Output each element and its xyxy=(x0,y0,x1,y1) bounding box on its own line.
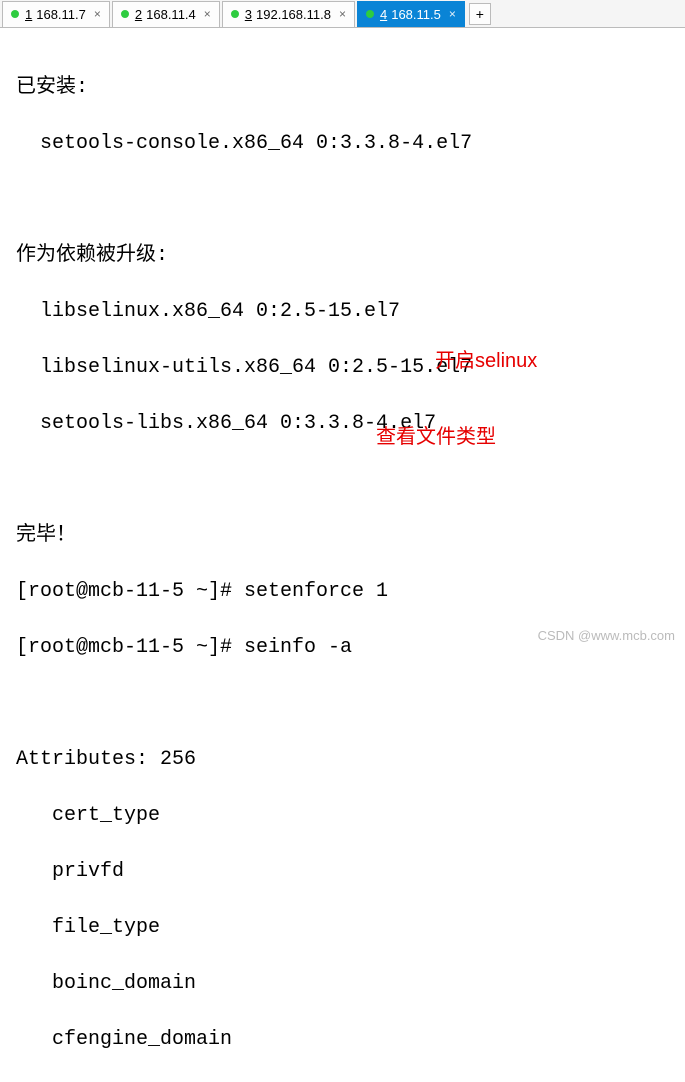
tab-number: 1 xyxy=(25,7,32,22)
prompt-line: [root@mcb-11-5 ~]# setenforce 1 xyxy=(16,578,683,606)
attribute-line: boinc_domain xyxy=(16,970,683,998)
package-line: setools-libs.x86_64 0:3.3.8-4.el7 xyxy=(16,410,683,438)
tab-number: 2 xyxy=(135,7,142,22)
tab-number: 4 xyxy=(380,7,387,22)
plus-icon: + xyxy=(476,6,484,22)
status-dot-icon xyxy=(11,10,19,18)
attribute-line: cert_type xyxy=(16,802,683,830)
annotation-enable-selinux: 开启selinux xyxy=(435,344,537,373)
tab-2[interactable]: 2 168.11.4 × xyxy=(112,1,220,27)
attribute-line: cfengine_domain xyxy=(16,1026,683,1054)
close-icon[interactable]: × xyxy=(449,7,456,21)
package-line: setools-console.x86_64 0:3.3.8-4.el7 xyxy=(16,130,683,158)
annotation-view-filetype: 查看文件类型 xyxy=(376,420,496,449)
watermark: CSDN @www.mcb.com xyxy=(538,628,675,643)
tab-bar: 1 168.11.7 × 2 168.11.4 × 3 192.168.11.8… xyxy=(0,0,685,28)
section-header: 已安装: xyxy=(16,74,683,102)
tab-label: 168.11.7 xyxy=(36,7,86,22)
done-line: 完毕！ xyxy=(16,522,683,550)
close-icon[interactable]: × xyxy=(204,7,211,21)
tab-label: 168.11.5 xyxy=(391,7,441,22)
status-dot-icon xyxy=(366,10,374,18)
section-header: 作为依赖被升级: xyxy=(16,242,683,270)
attributes-header: Attributes: 256 xyxy=(16,746,683,774)
tab-4[interactable]: 4 168.11.5 × xyxy=(357,1,465,27)
close-icon[interactable]: × xyxy=(94,7,101,21)
status-dot-icon xyxy=(121,10,129,18)
new-tab-button[interactable]: + xyxy=(469,3,491,25)
close-icon[interactable]: × xyxy=(339,7,346,21)
tab-1[interactable]: 1 168.11.7 × xyxy=(2,1,110,27)
tab-number: 3 xyxy=(245,7,252,22)
blank-line xyxy=(16,466,683,494)
blank-line xyxy=(16,690,683,718)
package-line: libselinux.x86_64 0:2.5-15.el7 xyxy=(16,298,683,326)
terminal-output[interactable]: 已安装: setools-console.x86_64 0:3.3.8-4.el… xyxy=(0,28,685,1082)
tab-label: 192.168.11.8 xyxy=(256,7,331,22)
tab-label: 168.11.4 xyxy=(146,7,196,22)
package-line: libselinux-utils.x86_64 0:2.5-15.el7 xyxy=(16,354,683,382)
tab-3[interactable]: 3 192.168.11.8 × xyxy=(222,1,355,27)
status-dot-icon xyxy=(231,10,239,18)
attribute-line: file_type xyxy=(16,914,683,942)
blank-line xyxy=(16,186,683,214)
attribute-line: privfd xyxy=(16,858,683,886)
